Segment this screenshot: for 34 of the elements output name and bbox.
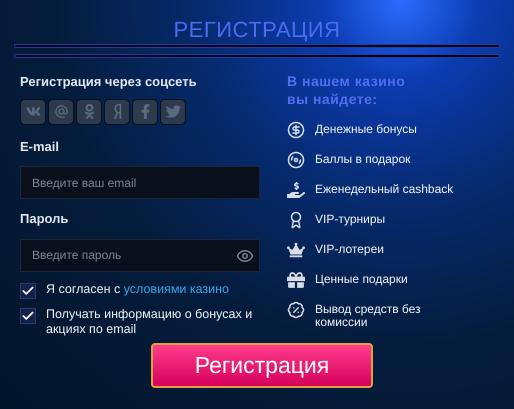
password-field[interactable]: Введите пароль — [20, 238, 260, 272]
field-label: E-mail — [20, 138, 60, 156]
feature-text: Вывод средств без комиссии — [315, 301, 422, 329]
feature-text: Еженедельный cashback — [315, 181, 454, 196]
social-login-button[interactable] — [48, 98, 74, 124]
checkbox-label: Получать информацию о бонусах и акциях по email — [46, 306, 254, 336]
feature-text: Баллы в подарок — [315, 151, 412, 166]
checkbox[interactable] — [20, 282, 36, 298]
email-field[interactable]: Введите ваш email — [20, 166, 260, 199]
register-button[interactable]: Регистрация — [151, 342, 373, 388]
checkbox[interactable] — [20, 308, 36, 324]
feature-text: Денежные бонусы — [315, 121, 418, 136]
social-login-button[interactable] — [104, 98, 130, 124]
hand-coin-icon — [287, 181, 305, 199]
field-label: Пароль — [20, 210, 70, 228]
at-sign-icon — [54, 104, 68, 119]
social-login-button[interactable] — [76, 98, 102, 124]
social-login-button[interactable] — [132, 98, 158, 124]
social-login-button[interactable] — [160, 98, 186, 124]
features-heading: В нашем казино вы найдете: — [287, 72, 406, 108]
dollar-coin-icon — [287, 121, 305, 139]
feature-text: VIP-турниры — [315, 211, 386, 226]
gift-icon — [287, 271, 305, 289]
terms-link[interactable]: условиями казино — [124, 282, 229, 296]
feature-text: Ценные подарки — [315, 271, 409, 286]
bird-icon — [166, 104, 180, 119]
checkbox-label: Я согласен с условиями казино — [46, 282, 229, 296]
chip-icon — [287, 151, 305, 169]
section-label: Регистрация через соцсеть — [20, 73, 198, 91]
page-title: РЕГИСТРАЦИЯ — [173, 16, 341, 44]
social-login-button[interactable] — [20, 98, 46, 124]
crown-icon — [287, 241, 305, 259]
feature-text: VIP-лотереи — [315, 241, 385, 256]
percent-badge-icon — [287, 301, 305, 319]
